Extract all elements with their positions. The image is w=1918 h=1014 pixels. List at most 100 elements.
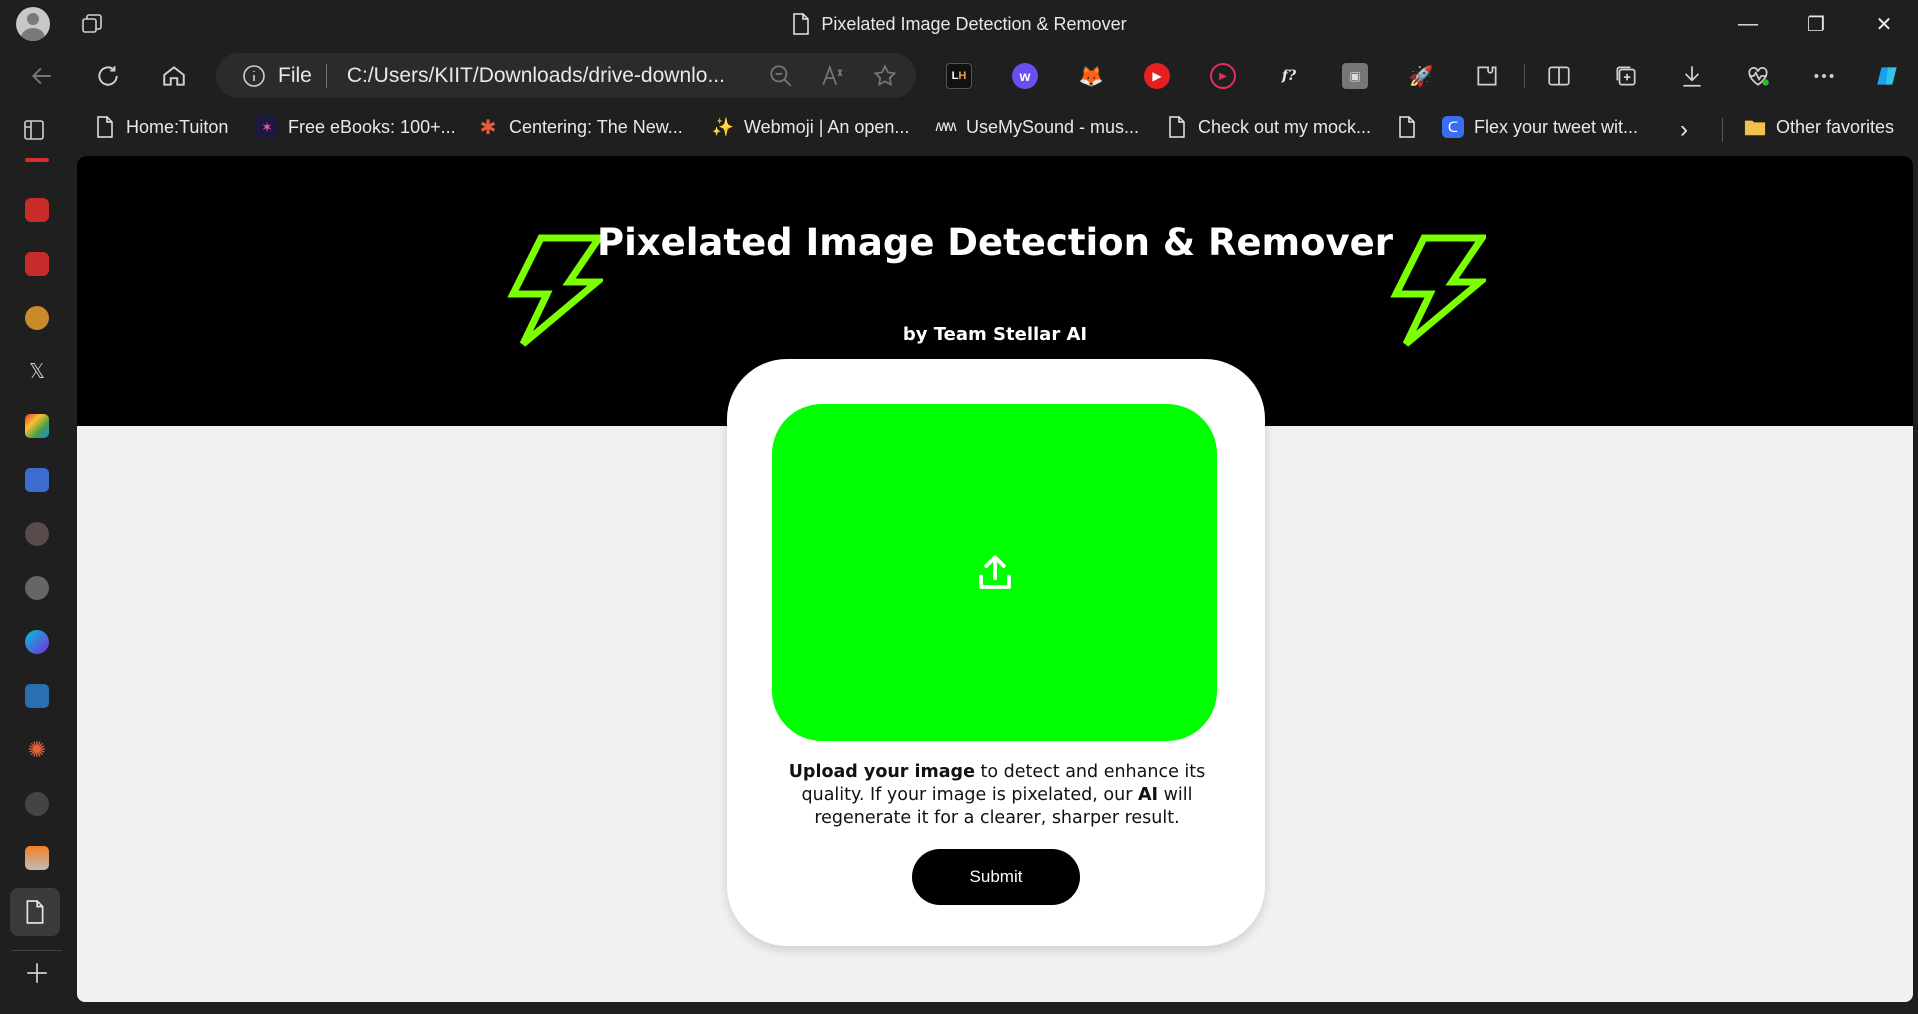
bookmark-item[interactable]: ʍʍ UseMySound - mus... — [934, 116, 1139, 138]
window-bottom-edge — [0, 1002, 1918, 1014]
bookmark-item[interactable]: ✱ Centering: The New... — [477, 116, 683, 139]
bookmark-label: Check out my mock... — [1198, 116, 1372, 137]
player-ext-icon[interactable]: ▶ — [1210, 63, 1236, 89]
youtube-icon[interactable] — [25, 252, 49, 276]
claude-icon[interactable]: ✺ — [25, 738, 49, 762]
bookmark-item[interactable] — [1396, 116, 1418, 138]
bookmark-item[interactable]: ᑕ Flex your tweet wit... — [1442, 116, 1638, 138]
collections-button[interactable] — [1610, 60, 1642, 92]
health-button[interactable] — [1742, 60, 1774, 92]
close-button[interactable]: ✕ — [1850, 0, 1918, 48]
sidebar-active-tab[interactable] — [10, 888, 60, 936]
sidebar-toggle-button[interactable] — [22, 118, 46, 142]
page-icon — [97, 116, 113, 138]
sidebar-divider — [12, 950, 62, 951]
tweet-icon: ᑕ — [1442, 116, 1464, 138]
home-icon — [163, 66, 185, 86]
split-screen-button[interactable] — [1543, 60, 1575, 92]
more-bookmarks-button[interactable]: › — [1680, 116, 1688, 144]
youtube-ext-icon[interactable]: ▶ — [1144, 63, 1170, 89]
rainbow-app-icon[interactable] — [25, 414, 49, 438]
github-icon[interactable] — [25, 576, 49, 600]
sidebar-app-icon[interactable] — [25, 158, 49, 162]
submit-button[interactable]: Submit — [912, 849, 1080, 905]
title-bar: Pixelated Image Detection & Remover — ❐ … — [0, 0, 1918, 48]
address-scheme: File — [278, 63, 312, 87]
favorite-star-icon[interactable] — [872, 63, 898, 89]
info-icon[interactable] — [242, 64, 266, 88]
upload-icon — [978, 554, 1011, 589]
avatar-app-icon[interactable] — [25, 306, 49, 330]
edge-sidebar: 𝕏 ✺ — [0, 154, 74, 1014]
bookmark-item[interactable]: ✶ Free eBooks: 100+... — [256, 116, 456, 138]
ebooks-icon: ✶ — [256, 116, 278, 138]
analytics-app-icon[interactable] — [25, 684, 49, 708]
metamask-ext-icon[interactable]: 🦊 — [1078, 63, 1104, 89]
zoom-out-icon[interactable] — [768, 63, 794, 89]
split-screen-icon — [1548, 66, 1570, 86]
x-twitter-icon[interactable]: 𝕏 — [25, 360, 49, 384]
minimize-button[interactable]: — — [1714, 0, 1782, 48]
font-ext-icon[interactable]: f? — [1276, 63, 1302, 89]
extensions-button[interactable] — [1471, 60, 1503, 92]
canva-icon[interactable] — [25, 630, 49, 654]
extensions-icon — [1477, 66, 1497, 86]
home-button[interactable] — [158, 60, 190, 92]
other-favorites-label: Other favorites — [1776, 116, 1895, 137]
page-title: Pixelated Image Detection & Remover — [596, 221, 1393, 264]
bookmark-label: UseMySound - mus... — [966, 116, 1140, 137]
toolbar-divider — [1524, 64, 1525, 88]
more-icon — [1814, 74, 1834, 78]
address-bar[interactable]: File C:/Users/KIIT/Downloads/drive-downl… — [216, 53, 916, 98]
health-icon — [1748, 67, 1769, 86]
favorites-bar: Home:Tuiton ✶ Free eBooks: 100+... ✱ Cen… — [0, 104, 1918, 154]
bookmark-item[interactable]: Home:Tuiton — [94, 116, 228, 138]
soundwave-icon: ʍʍ — [935, 118, 956, 135]
read-aloud-icon[interactable] — [820, 63, 846, 89]
browser-toolbar: File C:/Users/KIIT/Downloads/drive-downl… — [0, 48, 1918, 104]
sidebar-toggle-icon — [24, 120, 44, 140]
downloads-button[interactable] — [1676, 60, 1708, 92]
media-ext-icon[interactable]: ▣ — [1342, 63, 1368, 89]
bookmark-label: Home:Tuiton — [126, 116, 229, 137]
more-button[interactable] — [1808, 60, 1840, 92]
bookmark-label: Flex your tweet wit... — [1474, 116, 1639, 137]
page-icon — [26, 900, 44, 924]
restore-button[interactable]: ❐ — [1782, 0, 1850, 48]
address-url[interactable]: C:/Users/KIIT/Downloads/drive-downlo... — [347, 64, 727, 88]
other-favorites[interactable]: Other favorites — [1744, 116, 1894, 138]
bookmark-label: Centering: The New... — [509, 116, 683, 137]
copilot-icon — [1877, 67, 1897, 85]
webflow-ext-icon[interactable]: w — [1012, 63, 1038, 89]
asterisk-icon: ✱ — [479, 116, 497, 139]
collections-icon — [1616, 66, 1636, 86]
bookmark-item[interactable]: Check out my mock... — [1166, 116, 1371, 138]
description-strong: AI — [1137, 785, 1159, 805]
rocket-ext-icon[interactable]: 🚀 — [1408, 63, 1434, 89]
github-icon[interactable] — [25, 792, 49, 816]
profile-app-icon[interactable] — [25, 522, 49, 546]
chevron-right-icon: › — [1680, 116, 1688, 143]
lighthouse-ext-icon[interactable]: LH — [946, 63, 972, 89]
bookmarks-divider — [1722, 118, 1723, 142]
add-icon[interactable] — [24, 960, 50, 986]
copilot-button[interactable] — [1868, 56, 1908, 96]
stackoverflow-icon[interactable] — [25, 846, 49, 870]
page-viewport: Pixelated Image Detection & Remover by T… — [77, 156, 1913, 1002]
bookmark-item[interactable]: ✨ Webmoji | An open... — [711, 116, 910, 138]
refresh-button[interactable] — [92, 60, 124, 92]
window-title: Pixelated Image Detection & Remover — [0, 0, 1918, 48]
bookmark-label: Free eBooks: 100+... — [288, 116, 456, 137]
refresh-icon — [98, 66, 118, 86]
youtube-icon[interactable] — [25, 198, 49, 222]
page-icon — [1169, 116, 1185, 138]
sparkle-icon: ✨ — [711, 116, 735, 137]
downloads-icon — [1683, 66, 1701, 87]
address-actions — [768, 63, 898, 89]
docs-app-icon[interactable] — [25, 468, 49, 492]
description-strong: Upload your image — [788, 762, 975, 782]
back-button[interactable] — [26, 60, 58, 92]
window-controls: — ❐ ✕ — [1714, 0, 1918, 48]
page-icon — [1399, 116, 1415, 138]
image-dropzone[interactable] — [772, 404, 1217, 741]
